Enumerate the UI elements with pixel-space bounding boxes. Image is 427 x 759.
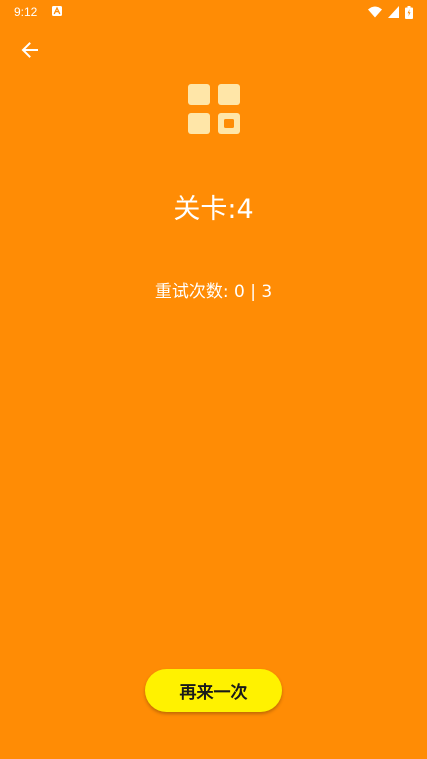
arrow-back-icon — [21, 42, 38, 58]
retry-total: 3 — [261, 282, 273, 302]
status-bar: 9:12 — [0, 0, 427, 24]
notification-a-icon — [52, 6, 62, 16]
wifi-icon — [368, 6, 382, 18]
status-time: 9:12 — [14, 5, 38, 19]
battery-icon — [405, 5, 413, 19]
back-button[interactable] — [14, 34, 46, 66]
grid-blocks-icon — [188, 84, 240, 134]
signal-icon — [388, 6, 399, 18]
retry-label: 重试次数: — [154, 282, 229, 302]
play-again-button[interactable]: 再来一次 — [145, 669, 282, 712]
retry-count: 重试次数: 0 | 3 — [0, 280, 427, 304]
retry-used: 0 — [233, 282, 245, 302]
level-label: 关卡:4 — [173, 194, 254, 225]
status-icons — [368, 5, 413, 19]
game-result-screen: 9:12 关卡:4 重试次数: 0 | 3 再来一次 — [0, 0, 427, 759]
